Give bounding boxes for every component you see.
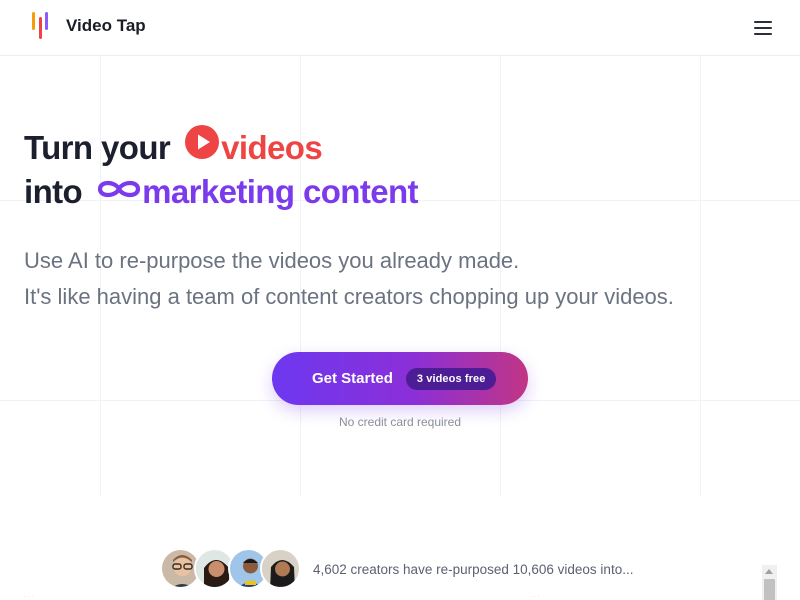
headline-prefix-2: into: [24, 173, 83, 210]
hero-headline: Turn your videos into marketing content: [24, 124, 419, 213]
decorative-marks: · · ·: [530, 594, 540, 600]
free-videos-badge: 3 videos free: [405, 367, 497, 390]
video-tap-logo-icon[interactable]: [32, 12, 52, 40]
page-scrollbar[interactable]: [762, 565, 777, 600]
no-credit-card-note: No credit card required: [338, 415, 462, 429]
site-header: Video Tap: [0, 0, 800, 56]
brand-name[interactable]: Video Tap: [66, 16, 146, 36]
background-grid-line: [700, 56, 701, 496]
hamburger-menu-icon[interactable]: [754, 20, 774, 36]
logo-bar-orange: [32, 12, 35, 30]
scroll-thumb[interactable]: [764, 579, 775, 600]
subtext-line-2: It's like having a team of content creat…: [24, 284, 674, 309]
headline-line-2: into marketing content: [24, 170, 419, 213]
hero-subtext: Use AI to re-purpose the videos you alre…: [24, 243, 674, 315]
headline-highlight-marketing: marketing content: [142, 173, 418, 210]
headline-line-1: Turn your videos: [24, 124, 418, 170]
get-started-label: Get Started: [312, 370, 393, 387]
decorative-marks: · · ·: [24, 594, 34, 600]
infinity-icon: [96, 170, 142, 213]
avatar: [260, 548, 301, 589]
subtext-line-1: Use AI to re-purpose the videos you alre…: [24, 248, 520, 273]
headline-highlight-videos: videos: [221, 128, 323, 166]
get-started-button[interactable]: Get Started 3 videos free: [272, 352, 528, 405]
scroll-up-arrow-icon[interactable]: [765, 569, 773, 574]
play-icon: [184, 124, 220, 170]
logo-bar-purple: [45, 12, 48, 30]
creators-count-text: 4,602 creators have re-purposed 10,606 v…: [313, 562, 634, 577]
logo-bar-red: [39, 17, 42, 39]
headline-prefix-1: Turn your: [24, 128, 171, 166]
